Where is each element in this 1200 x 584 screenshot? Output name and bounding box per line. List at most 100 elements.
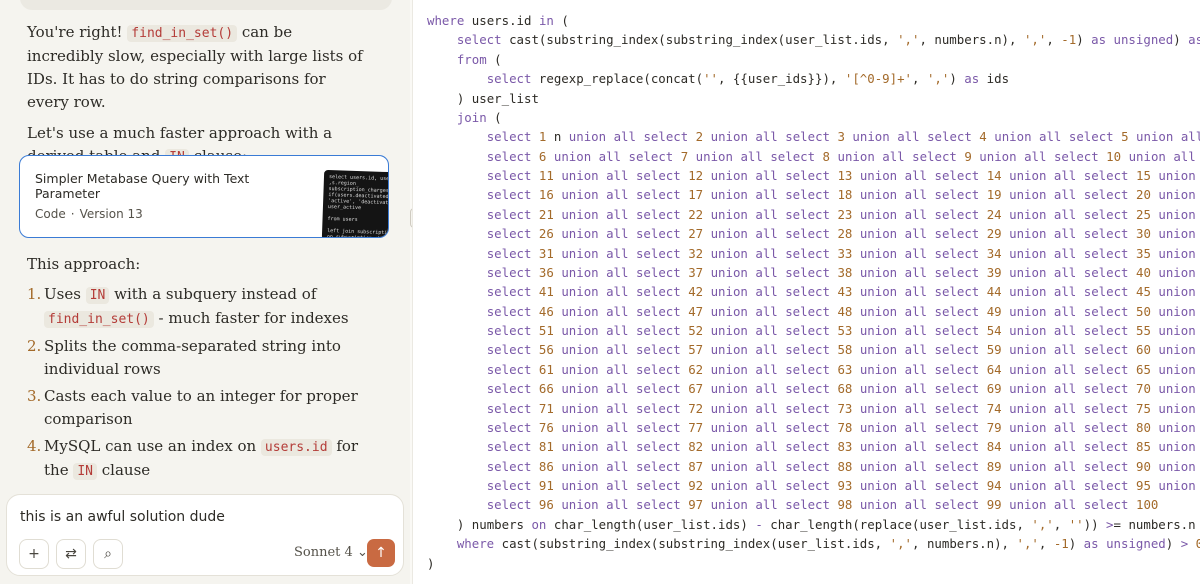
code-keyword: all bbox=[755, 245, 778, 261]
search-icon: ⌕ bbox=[104, 546, 112, 562]
code-keyword: union bbox=[859, 323, 898, 338]
code-keyword: union bbox=[979, 148, 1017, 164]
code-token: , bbox=[1046, 32, 1054, 48]
code-string: ',' bbox=[897, 32, 920, 48]
step-text: Uses bbox=[44, 285, 86, 303]
code-token: ) bbox=[1091, 516, 1099, 532]
code-line: select 11 union all select 12 union all … bbox=[427, 166, 1200, 185]
code-keyword: union bbox=[1158, 361, 1196, 377]
steps-heading: This approach: bbox=[27, 255, 141, 273]
code-keyword: select bbox=[785, 439, 830, 455]
code-keyword: select bbox=[635, 323, 681, 338]
code-keyword: union bbox=[1009, 439, 1047, 455]
code-keyword: select bbox=[785, 245, 830, 261]
code-keyword: union bbox=[1158, 381, 1196, 397]
code-line: select 31 union all select 32 union all … bbox=[427, 244, 1200, 263]
code-number: 77 bbox=[688, 419, 704, 435]
code-number: 32 bbox=[688, 245, 704, 261]
code-number: 55 bbox=[1135, 323, 1151, 338]
artifact-card[interactable]: Simpler Metabase Query with Text Paramet… bbox=[19, 155, 389, 238]
code-token: ) bbox=[427, 555, 435, 571]
code-keyword: union bbox=[561, 264, 599, 280]
code-token: ids bbox=[986, 71, 1010, 87]
code-keyword: union bbox=[1158, 284, 1196, 300]
add-button[interactable]: + bbox=[19, 539, 49, 569]
code-keyword: all bbox=[1024, 148, 1047, 164]
code-number: 81 bbox=[538, 439, 554, 455]
code-keyword: union bbox=[561, 206, 599, 222]
send-button[interactable]: ↑ bbox=[367, 539, 395, 567]
list-item: 4. MySQL can use an index on users.id for… bbox=[27, 435, 372, 483]
code-keyword: union bbox=[1158, 419, 1196, 435]
code-keyword: union bbox=[561, 400, 599, 416]
code-keyword: select bbox=[934, 226, 980, 242]
code-keyword: select bbox=[635, 187, 681, 203]
code-token: user_list.ids bbox=[785, 32, 883, 48]
research-button[interactable]: ⌕ bbox=[93, 539, 123, 569]
code-keyword: select bbox=[785, 226, 830, 242]
code-token: , bbox=[919, 32, 927, 48]
code-line: select 66 union all select 67 union all … bbox=[427, 379, 1200, 398]
code-number: 87 bbox=[688, 458, 704, 474]
code-keyword: select bbox=[486, 71, 532, 87]
code-keyword: all bbox=[606, 400, 629, 416]
chat-pane: You're right! find_in_set() can be incre… bbox=[0, 0, 410, 584]
code-string: '[^0-9]+' bbox=[844, 71, 912, 87]
code-keyword: select bbox=[785, 129, 831, 145]
message-input[interactable]: this is an awful solution dude bbox=[20, 509, 225, 525]
code-keyword: all bbox=[904, 187, 928, 203]
code-number: 12 bbox=[688, 168, 704, 183]
code-string: ',' bbox=[1023, 32, 1047, 48]
code-keyword: select bbox=[785, 206, 830, 222]
code-keyword: all bbox=[606, 497, 629, 513]
model-selector[interactable]: Sonnet 4 ⌄ bbox=[294, 545, 368, 560]
code-keyword: union bbox=[1158, 226, 1196, 242]
code-keyword: all bbox=[904, 381, 928, 397]
tools-button[interactable]: ⇄ bbox=[56, 539, 86, 569]
code-keyword: select bbox=[1083, 303, 1129, 319]
code-keyword: all bbox=[755, 206, 778, 222]
code-keyword: all bbox=[904, 439, 928, 455]
code-number: 19 bbox=[986, 187, 1002, 203]
list-item: 2. Splits the comma-separated string into… bbox=[27, 335, 372, 381]
